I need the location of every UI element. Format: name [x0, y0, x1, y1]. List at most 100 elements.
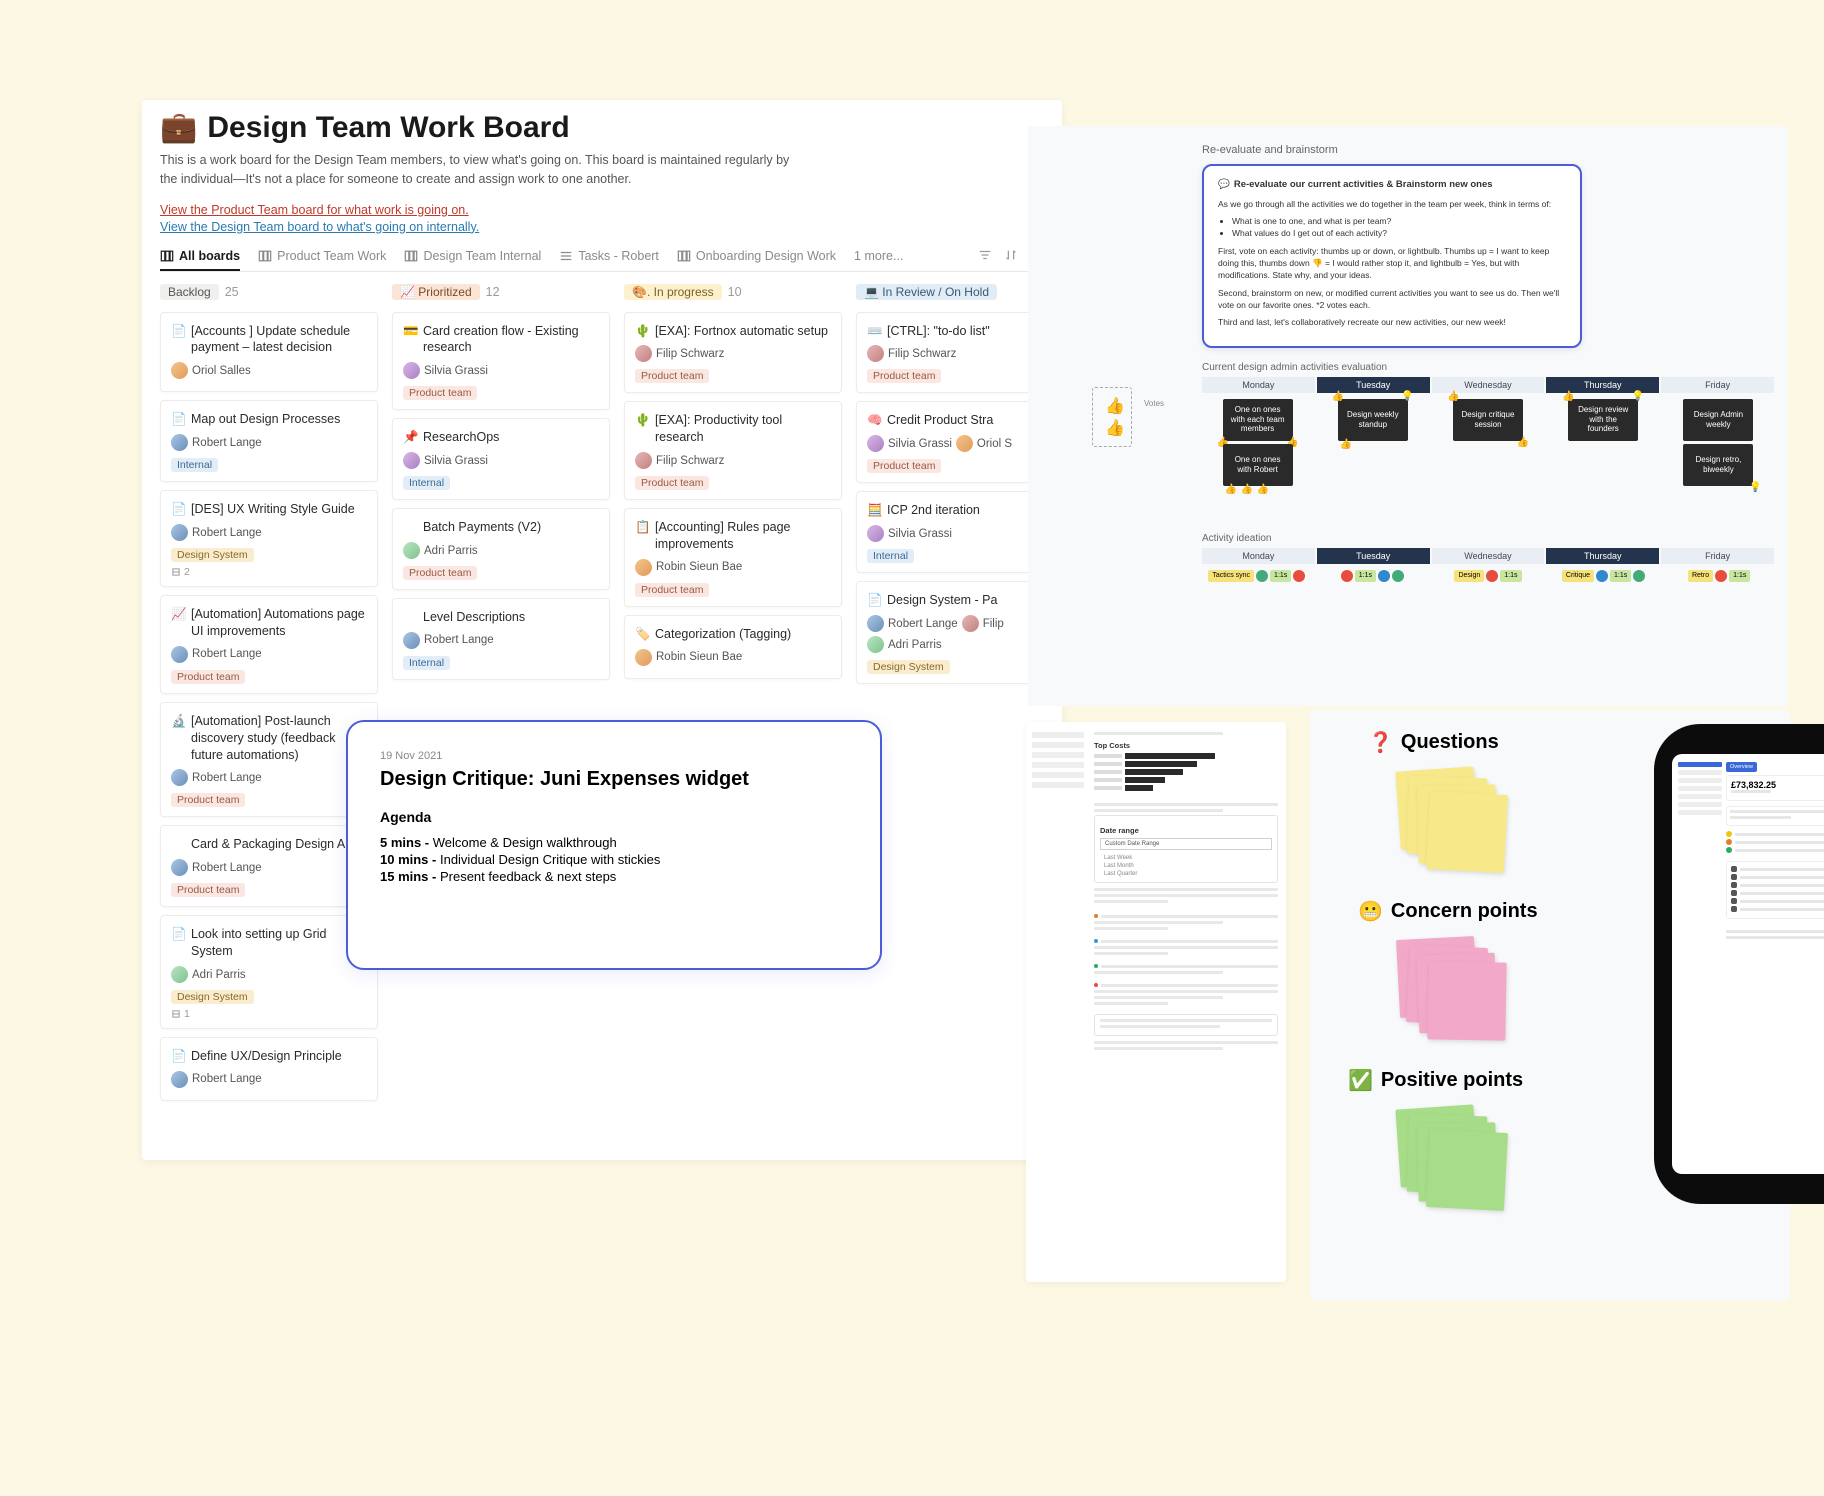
sticky-note[interactable]: Design Admin weekly [1683, 399, 1753, 441]
board-card[interactable]: 📄[Accounts ] Update schedule payment – l… [160, 312, 378, 393]
avatar [403, 452, 420, 469]
assignee-name: Oriol Salles [192, 365, 251, 377]
fb-label-concerns: 😬Concern points [1358, 899, 1568, 924]
list-icon [559, 249, 573, 263]
option-last-quarter[interactable]: Last Quarter [1100, 870, 1272, 878]
column-header[interactable]: 📈 Prioritized12 [392, 284, 610, 300]
board-card[interactable]: 📌ResearchOpsSilvia GrassiInternal [392, 418, 610, 500]
card-type-icon: 📋 [635, 519, 649, 553]
card-type-icon: 📄 [867, 592, 881, 609]
weekday-header-2: Monday Tuesday Wednesday Thursday Friday [1202, 548, 1774, 564]
link-design-team-board[interactable]: View the Design Team board to what's goi… [160, 220, 479, 234]
sticky-stack-questions[interactable] [1398, 769, 1508, 869]
balance-card[interactable]: £73,832.25 [1726, 775, 1824, 801]
design-critique-card[interactable]: 19 Nov 2021 Design Critique: Juni Expens… [346, 720, 882, 970]
assignee-name: Filip [983, 618, 1004, 630]
votes-frame: 👍 👍 [1092, 387, 1132, 447]
avatar [867, 636, 884, 653]
brainstorm-note[interactable]: 💬Re-evaluate our current activities & Br… [1202, 164, 1582, 348]
assignee-name: Robert Lange [888, 618, 958, 630]
idea-chip[interactable]: 1:1s [1729, 570, 1750, 582]
sticky-note[interactable]: Design review with the founders👍💡 [1568, 399, 1638, 441]
card-type-icon: 🏷️ [635, 626, 649, 643]
sticky-note[interactable]: Design weekly standup👍💡👍 [1338, 399, 1408, 441]
board-card[interactable]: 🌵[EXA]: Fortnox automatic setupFilip Sch… [624, 312, 842, 394]
option-last-month[interactable]: Last Month [1100, 862, 1272, 870]
sticky-note[interactable]: Design critique session👍👍 [1453, 399, 1523, 441]
avatar [635, 452, 652, 469]
card-tag: Internal [403, 476, 450, 490]
board-card[interactable]: 📄Define UX/Design PrincipleRobert Lange [160, 1037, 378, 1101]
card-type-icon [171, 836, 185, 853]
card-tag: Internal [403, 656, 450, 670]
select-custom-range[interactable]: Custom Date Range [1100, 838, 1272, 850]
idea-chip[interactable]: 1:1s [1610, 570, 1631, 582]
card-type-icon: 💳 [403, 323, 417, 357]
board-card[interactable]: 📄[DES] UX Writing Style GuideRobert Lang… [160, 490, 378, 587]
sort-icon[interactable] [1004, 248, 1018, 265]
board-icon [258, 249, 272, 263]
sticky-note[interactable]: One on ones with each team members👍👍 [1223, 399, 1293, 441]
ideation-section-title: Activity ideation [1202, 533, 1774, 544]
board-card[interactable]: 🏷️Categorization (Tagging)Robin Sieun Ba… [624, 615, 842, 679]
idea-chip[interactable]: 1:1s [1355, 570, 1376, 582]
subtask-count: 1 [171, 1008, 367, 1020]
miro-brainstorm-panel: Re-evaluate and brainstorm 💬Re-evaluate … [1028, 126, 1788, 706]
doc-preview-panel: Top Costs Date range Custom Date Range L… [1026, 722, 1286, 1282]
column-header[interactable]: 🎨. In progress10 [624, 284, 842, 300]
filter-icon[interactable] [978, 248, 992, 265]
idea-chip[interactable]: Critique [1562, 570, 1594, 582]
tab-all-boards[interactable]: All boards [160, 249, 240, 271]
board-card[interactable]: 📈[Automation] Automations page UI improv… [160, 595, 378, 694]
idea-chip[interactable]: 1:1s [1270, 570, 1291, 582]
board-card[interactable]: 📄Map out Design ProcessesRobert LangeInt… [160, 400, 378, 482]
option-last-week[interactable]: Last Week [1100, 854, 1272, 862]
assignee-name: Robin Sieun Bae [656, 651, 742, 663]
speech-icon: 💬 [1218, 178, 1230, 192]
avatar [171, 1071, 188, 1088]
idea-chip[interactable]: 1:1s [1500, 570, 1521, 582]
sticky-stack-concerns[interactable] [1398, 938, 1508, 1038]
card-tag: Product team [171, 793, 245, 807]
tab-design-team-internal[interactable]: Design Team Internal [404, 249, 541, 263]
sticky-note[interactable]: Design retro, biweekly💡 [1683, 444, 1753, 486]
sticky-note[interactable]: One on ones with Robert👍👍👍 [1223, 444, 1293, 486]
kanban-board: Backlog25 📄[Accounts ] Update schedule pa… [160, 284, 1044, 1109]
avatar [171, 769, 188, 786]
link-product-team-board[interactable]: View the Product Team board for what wor… [160, 203, 469, 217]
assignee-name: Robin Sieun Bae [656, 561, 742, 573]
board-card[interactable]: 📋[Accounting] Rules page improvementsRob… [624, 508, 842, 607]
board-icon [677, 249, 691, 263]
card-tag: Internal [171, 458, 218, 472]
section-title: Re-evaluate and brainstorm [1202, 144, 1774, 156]
card-tag: Product team [403, 566, 477, 580]
avatar [403, 542, 420, 559]
column-header[interactable]: Backlog25 [160, 284, 378, 300]
board-card[interactable]: Batch Payments (V2)Adri ParrisProduct te… [392, 508, 610, 590]
doc-card-date-range: Date range Custom Date Range Last Week L… [1094, 815, 1278, 883]
assignee-name: Silvia Grassi [888, 438, 952, 450]
tab-onboarding-design-work[interactable]: Onboarding Design Work [677, 249, 836, 263]
page-description: This is a work board for the Design Team… [160, 151, 800, 189]
assignee-name: Robert Lange [192, 1073, 262, 1085]
day-friday: Friday [1661, 377, 1774, 393]
fb-label-questions: ❓Questions [1368, 730, 1578, 755]
board-card[interactable]: 🌵[EXA]: Productivity tool researchFilip … [624, 401, 842, 500]
idea-chip[interactable]: Tactics sync [1208, 570, 1254, 582]
tab-tasks-robert[interactable]: Tasks - Robert [559, 249, 659, 263]
sticky-stack-positives[interactable] [1398, 1107, 1508, 1207]
day-monday: Monday [1202, 377, 1315, 393]
overview-badge: Overview [1726, 762, 1757, 772]
board-card[interactable]: Level DescriptionsRobert LangeInternal [392, 598, 610, 680]
board-card[interactable]: 💳Card creation flow - Existing researchS… [392, 312, 610, 411]
subtask-count: 2 [171, 566, 367, 578]
card-tag: Product team [635, 583, 709, 597]
briefcase-icon: 💼 [160, 110, 197, 145]
idea-chip[interactable]: Retro [1688, 570, 1713, 582]
card-type-icon: 🔬 [171, 713, 185, 764]
idea-chip[interactable]: Design [1454, 570, 1484, 582]
avatar [867, 435, 884, 452]
tab-more[interactable]: 1 more... [854, 249, 903, 263]
tab-product-team-work[interactable]: Product Team Work [258, 249, 386, 263]
assignee-name: Robert Lange [192, 862, 262, 874]
